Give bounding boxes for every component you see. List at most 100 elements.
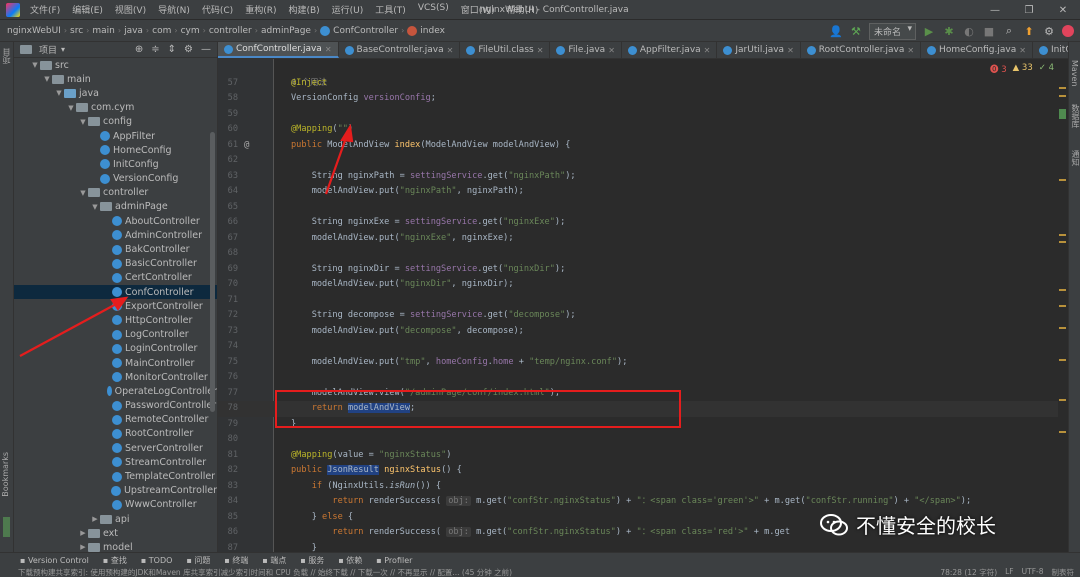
tool-window-button[interactable]: ▪ 端点 (262, 555, 286, 566)
tree-item[interactable]: InitConfig (14, 157, 217, 171)
menu-item[interactable]: 视图(V) (109, 3, 152, 16)
tree-item[interactable]: RemoteController (14, 413, 217, 427)
inspection-widget[interactable]: ⓿ 3 ▲ 33 ✓ 4 (990, 63, 1054, 75)
code-line[interactable]: 68 (218, 246, 1068, 262)
breadcrumb-item[interactable]: cym (178, 26, 203, 36)
close-icon[interactable]: ✕ (787, 46, 794, 55)
code-line[interactable]: 64 modelAndView.put("nginxPath", nginxPa… (218, 184, 1068, 200)
tool-window-button[interactable]: ▪ 依赖 (338, 555, 362, 566)
code-line[interactable]: 82 public JsonResult nginxStatus() { (218, 463, 1068, 479)
code-line[interactable]: 87 } (218, 541, 1068, 553)
editor-tab[interactable]: RootController.java ✕ (801, 42, 922, 58)
menu-item[interactable]: 编辑(E) (66, 3, 109, 16)
locate-icon[interactable]: ⊕ (135, 44, 143, 55)
run-configuration-select[interactable]: 未命名 (868, 22, 916, 40)
chevron-right-icon[interactable]: ▶ (90, 515, 100, 523)
editor-tab[interactable]: BaseController.java ✕ (339, 42, 461, 58)
tree-item[interactable]: ▼ java (14, 86, 217, 100)
code-line[interactable]: 81 @Mapping(value = "nginxStatus") (218, 448, 1068, 464)
tree-item[interactable]: BasicController (14, 257, 217, 271)
breadcrumb-item[interactable]: ConfController (317, 25, 401, 36)
chevron-down-icon[interactable]: ▼ (66, 104, 76, 112)
tree-item[interactable]: ConfController (14, 285, 217, 300)
tree-item[interactable]: AdminController (14, 228, 217, 242)
collapse-all-icon[interactable]: ≑ (151, 44, 159, 55)
status-item[interactable]: 制表符 (1052, 567, 1075, 577)
expand-all-icon[interactable]: ⇕ (168, 44, 176, 55)
tree-item[interactable]: VersionConfig (14, 172, 217, 186)
tree-item[interactable]: ▶ ext (14, 526, 217, 540)
status-message[interactable]: 下载预构建共享索引: 使用预构建的JDK和Maven 库共享索引减少索引时间和 … (18, 567, 512, 577)
chevron-down-icon[interactable]: ▼ (78, 189, 88, 197)
editor-tab[interactable]: AppFilter.java ✕ (622, 42, 718, 58)
editor-tab[interactable]: JarUtil.java ✕ (717, 42, 801, 58)
tool-window-button[interactable]: ▪ 查找 (103, 555, 127, 566)
status-item[interactable]: UTF-8 (1022, 567, 1044, 577)
chevron-right-icon[interactable]: ▶ (78, 543, 88, 551)
code-line[interactable]: 75 modelAndView.put("tmp", homeConfig.ho… (218, 355, 1068, 371)
menu-item[interactable]: 构建(B) (282, 3, 325, 16)
breadcrumb-item[interactable]: src (67, 26, 86, 36)
code-line[interactable]: 66 String nginxExe = settingService.get(… (218, 215, 1068, 231)
close-icon[interactable]: ✕ (907, 46, 914, 55)
run-icon[interactable]: ▶ (922, 24, 936, 38)
code-line[interactable]: 76 (218, 370, 1068, 386)
tree-item[interactable]: HomeConfig (14, 143, 217, 157)
tree-item[interactable]: AboutController (14, 214, 217, 228)
code-line[interactable]: 62 (218, 153, 1068, 169)
tree-item[interactable]: MainController (14, 356, 217, 370)
bookmarks-tool-window-tab[interactable]: Bookmarks (1, 452, 10, 497)
chevron-right-icon[interactable]: ▶ (78, 529, 88, 537)
code-line[interactable]: 72 String decompose = settingService.get… (218, 308, 1068, 324)
breadcrumb-item[interactable]: java (121, 26, 146, 36)
code-line[interactable]: 60 @Mapping("") (218, 122, 1068, 138)
tree-item[interactable]: ▼ controller (14, 186, 217, 200)
close-icon[interactable]: ✕ (608, 46, 615, 55)
tree-item[interactable]: ▼ config (14, 115, 217, 129)
status-item[interactable]: LF (1005, 567, 1014, 577)
breadcrumb-item[interactable]: index (404, 25, 448, 36)
error-stripe[interactable] (1058, 59, 1068, 552)
chevron-down-icon[interactable]: ▼ (54, 89, 64, 97)
tree-item[interactable]: ServerController (14, 441, 217, 455)
build-hammer-icon[interactable]: ⚒ (849, 24, 863, 38)
menu-item[interactable]: 代码(C) (196, 3, 239, 16)
project-panel-title[interactable]: 项目 (39, 43, 57, 56)
code-line[interactable]: 67 modelAndView.put("nginxExe", nginxExe… (218, 231, 1068, 247)
breadcrumb-item[interactable]: main (89, 26, 118, 36)
tree-item[interactable]: CertController (14, 271, 217, 285)
close-icon[interactable]: ✕ (537, 46, 544, 55)
code-line[interactable]: 80 (218, 432, 1068, 448)
editor-tab[interactable]: FileUtil.class ✕ (460, 42, 551, 58)
menu-item[interactable]: 文件(F) (24, 3, 66, 16)
status-item[interactable]: 78:28 (12 字符) (940, 567, 997, 577)
tool-window-button[interactable]: ▪ Profiler (376, 556, 412, 565)
chevron-down-icon[interactable]: ▼ (30, 61, 40, 69)
close-icon[interactable]: ✕ (447, 46, 454, 55)
code-editor[interactable]: 4 个用法 57 @Inject 58 VersionConfig versionCo… (218, 59, 1068, 552)
tree-item[interactable]: StreamController (14, 455, 217, 469)
breadcrumb-item[interactable]: controller (206, 26, 255, 36)
chevron-down-icon[interactable]: ▾ (61, 45, 65, 54)
update-icon[interactable]: ⬆ (1022, 24, 1036, 38)
code-line[interactable]: 61 @ public ModelAndView index(ModelAndVie… (218, 138, 1068, 154)
tree-item[interactable]: BakController (14, 242, 217, 256)
close-icon[interactable]: ✕ (1019, 46, 1026, 55)
tree-item[interactable]: PasswordController (14, 399, 217, 413)
tree-item[interactable]: RootController (14, 427, 217, 441)
debug-icon[interactable]: ✱ (942, 24, 956, 38)
code-line[interactable]: 74 (218, 339, 1068, 355)
code-line[interactable]: 69 String nginxDir = settingService.get(… (218, 262, 1068, 278)
user-icon[interactable]: 👤 (829, 24, 843, 38)
code-line[interactable]: 59 (218, 107, 1068, 123)
notifications-tool-window-tab[interactable]: 通知 (1070, 150, 1080, 166)
code-line[interactable]: 83 if (NginxUtils.isRun()) { (218, 479, 1068, 495)
editor-tab[interactable]: File.java ✕ (550, 42, 622, 58)
tree-item[interactable]: LogController (14, 328, 217, 342)
tool-window-button[interactable]: ▪ 终端 (224, 555, 248, 566)
close-icon[interactable]: ✕ (704, 46, 711, 55)
editor-tab[interactable]: HomeConfig.java ✕ (921, 42, 1033, 58)
close-icon[interactable]: ✕ (1046, 0, 1080, 20)
tree-item[interactable]: MonitorController (14, 370, 217, 384)
database-tool-window-tab[interactable]: 数据库 (1070, 104, 1080, 128)
